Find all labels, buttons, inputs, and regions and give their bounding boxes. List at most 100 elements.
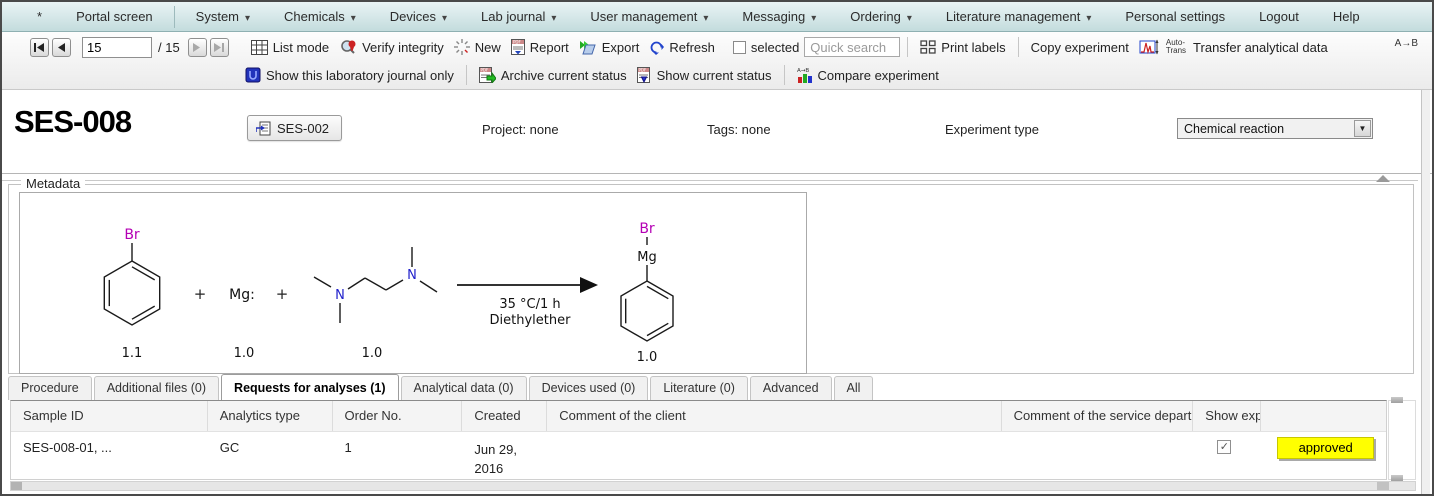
journal-book-icon <box>245 67 261 83</box>
export-icon <box>579 40 597 55</box>
menu-item-personal-settings[interactable]: Personal settings <box>1108 9 1242 24</box>
toolbar-separator <box>1018 37 1019 57</box>
table-row[interactable]: SES-008-01, ... GC 1 Jun 29, 2016 ✓ appr… <box>11 432 1386 479</box>
spectrum-transfer-icon <box>1139 39 1159 55</box>
next-record-button[interactable] <box>188 38 207 57</box>
compare-experiment-button[interactable]: A→B Compare experiment <box>792 65 944 86</box>
menu-item-user-management[interactable]: User management <box>573 9 725 24</box>
menu-item-devices[interactable]: Devices <box>373 9 464 24</box>
menu-item-logout[interactable]: Logout <box>1242 9 1316 24</box>
column-header-sample-id[interactable]: Sample ID <box>11 401 208 431</box>
reactant1-amount: 1.1 <box>122 346 143 361</box>
column-header-analytics-type[interactable]: Analytics type <box>208 401 333 431</box>
selected-checkbox-group: selected <box>728 38 804 57</box>
magnesium-label: Mg <box>637 250 656 265</box>
show-experiment-checkbox[interactable]: ✓ <box>1217 440 1231 454</box>
report-label: Report <box>530 40 569 55</box>
scroll-up-handle[interactable] <box>1391 397 1403 403</box>
horizontal-scrollbar[interactable] <box>10 481 1416 491</box>
refresh-button[interactable]: Refresh <box>644 38 720 57</box>
svg-text:PDF: PDF <box>480 68 488 73</box>
column-header-comment-service[interactable]: Comment of the service depart <box>1002 401 1194 431</box>
status-approved-button[interactable]: approved <box>1277 437 1374 459</box>
tags-label: Tags: none <box>707 122 771 137</box>
reagent-magnesium: Mg: <box>229 287 255 303</box>
column-header-order-no[interactable]: Order No. <box>333 401 463 431</box>
horizontal-scrollbar-thumb[interactable] <box>11 482 22 490</box>
copy-experiment-button[interactable]: Copy experiment <box>1026 38 1134 57</box>
transfer-analytical-data-button[interactable]: Auto-Trans Transfer analytical data <box>1134 37 1333 57</box>
column-header-created[interactable]: Created <box>462 401 547 431</box>
tab-advanced[interactable]: Advanced <box>750 376 832 400</box>
archive-status-button[interactable]: PDF Archive current status <box>474 65 632 85</box>
tab-requests-for-analyses[interactable]: Requests for analyses (1) <box>221 374 398 400</box>
compare-experiment-label: Compare experiment <box>818 68 939 83</box>
record-total-label: / 15 <box>158 40 180 55</box>
last-record-button[interactable] <box>210 38 229 57</box>
nitrogen-label: N <box>407 268 417 283</box>
tab-analytical-data[interactable]: Analytical data (0) <box>401 376 527 400</box>
show-status-button[interactable]: PDF Show current status <box>632 65 777 85</box>
experiment-type-select[interactable]: Chemical reaction ▼ <box>1177 118 1373 139</box>
print-labels-label: Print labels <box>941 40 1005 55</box>
horizontal-scrollbar-end <box>1377 482 1389 490</box>
show-journal-only-button[interactable]: Show this laboratory journal only <box>240 65 459 85</box>
reactant-tmeda <box>314 247 437 323</box>
product-amount: 1.0 <box>637 350 658 365</box>
menu-item-system[interactable]: System <box>179 9 267 24</box>
tab-all[interactable]: All <box>834 376 874 400</box>
table-vertical-scrollbar[interactable] <box>1388 400 1416 480</box>
window-vertical-scrollbar[interactable] <box>1421 90 1430 494</box>
menu-item-chemicals[interactable]: Chemicals <box>267 9 373 24</box>
cell-comment-service <box>1002 432 1194 479</box>
toolbar-separator <box>907 37 908 57</box>
toolbar-separator <box>466 65 467 85</box>
metadata-legend: Metadata <box>21 176 85 191</box>
menu-item-ordering[interactable]: Ordering <box>833 9 929 24</box>
menu-item-lab-journal[interactable]: Lab journal <box>464 9 573 24</box>
menu-item-messaging[interactable]: Messaging <box>725 9 833 24</box>
print-labels-button[interactable]: Print labels <box>915 38 1010 57</box>
reaction-scheme-canvas[interactable]: Br 1.1 + Mg: 1.0 + N N 1.0 <box>19 192 807 374</box>
column-header-status <box>1261 401 1386 431</box>
linked-experiment-label: SES-002 <box>277 121 329 136</box>
menu-item-literature-management[interactable]: Literature management <box>929 9 1108 24</box>
tab-additional-files[interactable]: Additional files (0) <box>94 376 219 400</box>
chevron-down-icon[interactable]: ▼ <box>1354 120 1371 137</box>
experiment-title: SES-008 <box>14 104 131 140</box>
detail-tabs: Procedure Additional files (0) Requests … <box>2 374 1432 400</box>
previous-record-button[interactable] <box>52 38 71 57</box>
quick-search-input[interactable] <box>804 37 900 57</box>
linked-experiment-icon <box>256 121 271 136</box>
verify-integrity-button[interactable]: Verify integrity <box>334 37 449 57</box>
tab-procedure[interactable]: Procedure <box>8 376 92 400</box>
previous-record-icon <box>58 43 66 52</box>
toolbar-separator <box>784 65 785 85</box>
first-record-button[interactable] <box>30 38 49 57</box>
menubar: * Portal screen System Chemicals Devices… <box>2 2 1432 32</box>
menu-item-home[interactable]: * <box>20 9 59 24</box>
menu-item-portal-screen[interactable]: Portal screen <box>59 9 170 24</box>
amine-amount: 1.0 <box>362 346 383 361</box>
menu-item-help[interactable]: Help <box>1316 9 1377 24</box>
tab-devices-used[interactable]: Devices used (0) <box>529 376 649 400</box>
eln-window: * Portal screen System Chemicals Devices… <box>0 0 1434 496</box>
list-mode-button[interactable]: List mode <box>246 38 334 57</box>
transfer-analytical-data-label: Transfer analytical data <box>1193 40 1328 55</box>
linked-experiment-button[interactable]: SES-002 <box>247 115 342 141</box>
collapse-up-icon[interactable] <box>1376 175 1390 182</box>
tab-literature[interactable]: Literature (0) <box>650 376 748 400</box>
experiment-type-label: Experiment type <box>945 122 1039 137</box>
pane-splitter[interactable] <box>2 178 1418 182</box>
selected-checkbox[interactable] <box>733 41 746 54</box>
archive-status-icon: PDF <box>479 67 496 83</box>
reagent-amount: 1.0 <box>234 346 255 361</box>
column-header-comment-client[interactable]: Comment of the client <box>547 401 1001 431</box>
report-button[interactable]: PDF Report <box>506 37 574 57</box>
first-record-icon <box>34 43 45 52</box>
new-button[interactable]: New <box>449 37 506 57</box>
record-number-input[interactable] <box>82 37 152 58</box>
column-header-show-experiment[interactable]: Show expe <box>1193 401 1261 431</box>
export-button[interactable]: Export <box>574 38 645 57</box>
copy-experiment-label: Copy experiment <box>1031 40 1129 55</box>
